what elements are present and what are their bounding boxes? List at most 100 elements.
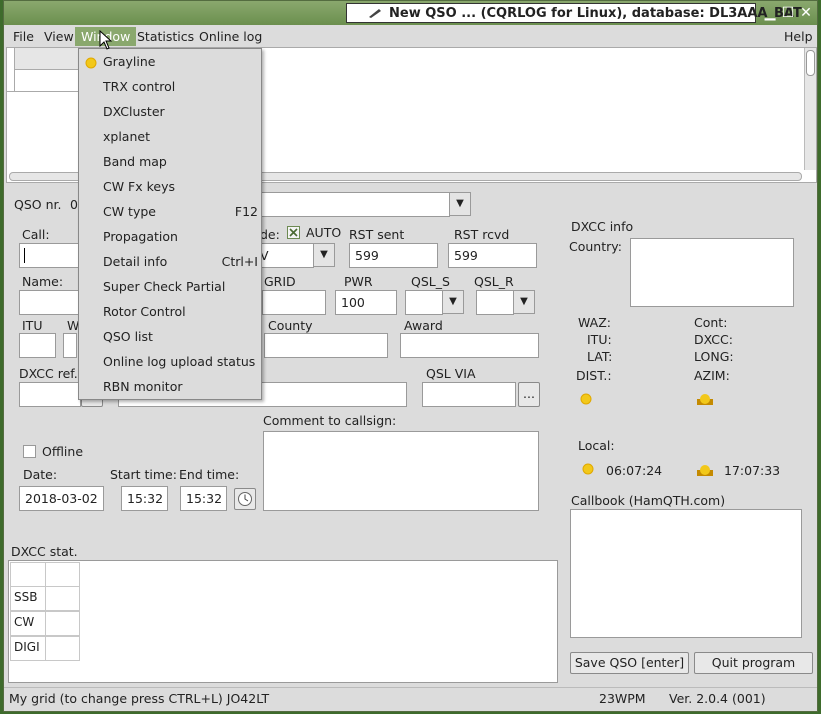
menu-file[interactable]: File: [7, 27, 40, 46]
mouse-cursor-icon: [99, 30, 113, 50]
qsl-r-combo[interactable]: [476, 290, 514, 315]
status-wpm: 23WPM: [599, 691, 646, 706]
date-value: 2018-03-02: [25, 491, 98, 506]
itu-label: ITU: [22, 318, 43, 333]
clock-icon: [238, 492, 252, 506]
mode-combo[interactable]: V: [254, 243, 314, 268]
minimize-icon[interactable]: ▁: [762, 5, 778, 21]
dist-info-label: DIST.:: [576, 368, 612, 383]
qsl-s-combo[interactable]: [405, 290, 443, 315]
dxcc-info-title: DXCC info: [571, 219, 634, 234]
start-time-input[interactable]: 15:32: [121, 486, 168, 511]
scrollbar-thumb[interactable]: [806, 50, 815, 76]
pwr-label: PWR: [344, 274, 373, 289]
name-label: Name:: [22, 274, 64, 289]
clock-button[interactable]: [234, 488, 256, 510]
rst-rcvd-input[interactable]: 599: [448, 243, 537, 268]
itu-info-label: ITU:: [587, 332, 612, 347]
end-time-input[interactable]: 15:32: [180, 486, 227, 511]
name-input[interactable]: [19, 290, 79, 315]
qsl-via-input[interactable]: [422, 382, 516, 407]
qsl-r-dropdown[interactable]: ▼: [513, 290, 535, 314]
dxcc-ref-input[interactable]: [19, 382, 81, 407]
county-label: County: [268, 318, 313, 333]
qsl-r-label: QSL_R: [474, 274, 514, 289]
shortcut-cw-type: F12: [234, 204, 258, 219]
menu-item-detail-info[interactable]: Detail info Ctrl+I: [79, 249, 261, 274]
title-box: New QSO ... (CQRLOG for Linux), database…: [346, 3, 802, 23]
vertical-scrollbar[interactable]: [804, 48, 816, 170]
country-label: Country:: [569, 239, 622, 254]
status-version: Ver. 2.0.4 (001): [669, 691, 766, 706]
itu-input[interactable]: [19, 333, 56, 358]
menu-item-trx-control[interactable]: TRX control: [79, 74, 261, 99]
close-icon[interactable]: ✕: [798, 5, 814, 21]
comment-textarea[interactable]: [263, 431, 539, 511]
county-input[interactable]: [264, 333, 388, 358]
pwr-input[interactable]: 100: [335, 290, 397, 315]
qsl-s-dropdown[interactable]: ▼: [442, 290, 464, 314]
date-input[interactable]: 2018-03-02: [19, 486, 104, 511]
rst-sent-input[interactable]: 599: [349, 243, 438, 268]
auto-label: AUTO: [306, 225, 342, 240]
call-input[interactable]: [19, 243, 79, 268]
table-cell: [45, 611, 80, 636]
grid-row: [7, 70, 85, 92]
menu-item-cw-fx-keys[interactable]: CW Fx keys: [79, 174, 261, 199]
menu-item-propagation[interactable]: Propagation: [79, 224, 261, 249]
local-sunset-time: 17:07:33: [724, 463, 781, 478]
waz-input[interactable]: [63, 333, 77, 358]
menu-item-online-log-upload-status[interactable]: Online log upload status: [79, 349, 261, 374]
azim-info-label: AZIM:: [694, 368, 730, 383]
date-label: Date:: [23, 467, 58, 482]
qso-nr-value: 0: [70, 197, 78, 212]
table-cell: [45, 562, 80, 587]
table-cell: [45, 586, 80, 611]
menu-online-log[interactable]: Online log: [193, 27, 268, 46]
table-row-label: DIGI: [10, 636, 46, 661]
callbook-label: Callbook (HamQTH.com): [571, 493, 726, 508]
menu-item-band-map[interactable]: Band map: [79, 149, 261, 174]
freq-combo[interactable]: [254, 192, 450, 217]
long-info-label: LONG:: [694, 349, 734, 364]
menu-item-cw-type[interactable]: CW type F12: [79, 199, 261, 224]
qsl-via-ellipsis-button[interactable]: ...: [518, 382, 540, 407]
freq-combo-dropdown[interactable]: ▼: [449, 192, 471, 216]
grid-header: [15, 48, 85, 70]
menu-item-dxcluster[interactable]: DXCluster: [79, 99, 261, 124]
local-sunrise-icon: [582, 463, 594, 475]
lat-info-label: LAT:: [587, 349, 613, 364]
menu-item-super-check-partial[interactable]: Super Check Partial: [79, 274, 261, 299]
pwr-value: 100: [341, 295, 365, 310]
mode-combo-dropdown[interactable]: ▼: [313, 243, 335, 267]
save-qso-button[interactable]: Save QSO [enter]: [570, 652, 689, 674]
dxcc-info-label: DXCC:: [694, 332, 733, 347]
grid-label: GRID: [264, 274, 296, 289]
quit-program-button[interactable]: Quit program: [694, 652, 813, 674]
mode-label: de:: [260, 227, 280, 242]
menu-item-rbn-monitor[interactable]: RBN monitor: [79, 374, 261, 399]
dxcc-ref-label: DXCC ref.: [19, 366, 78, 381]
menu-statistics[interactable]: Statistics: [131, 27, 200, 46]
menu-view[interactable]: View: [38, 27, 80, 46]
rst-rcvd-label: RST rcvd: [454, 227, 510, 242]
menu-item-rotor-control[interactable]: Rotor Control: [79, 299, 261, 324]
maximize-icon[interactable]: ☐: [780, 5, 796, 21]
cont-info-label: Cont:: [694, 315, 728, 330]
grid-input[interactable]: [262, 290, 326, 315]
auto-checkbox[interactable]: [287, 226, 300, 239]
text-caret: [24, 248, 25, 263]
end-time-value: 15:32: [186, 491, 223, 506]
offline-checkbox[interactable]: [23, 445, 36, 458]
award-input[interactable]: [400, 333, 539, 358]
sunset-icon: [697, 394, 713, 405]
menu-item-qso-list[interactable]: QSO list: [79, 324, 261, 349]
award-label: Award: [404, 318, 443, 333]
menu-help[interactable]: Help: [778, 27, 819, 46]
local-sunset-icon: [697, 465, 713, 476]
menu-item-xplanet[interactable]: xplanet: [79, 124, 261, 149]
menu-item-grayline[interactable]: Grayline: [79, 49, 261, 74]
rst-sent-label: RST sent: [349, 227, 405, 242]
dxcc-stat-table: SSB CW DIGI: [8, 560, 558, 683]
qsl-via-label: QSL VIA: [426, 366, 476, 381]
